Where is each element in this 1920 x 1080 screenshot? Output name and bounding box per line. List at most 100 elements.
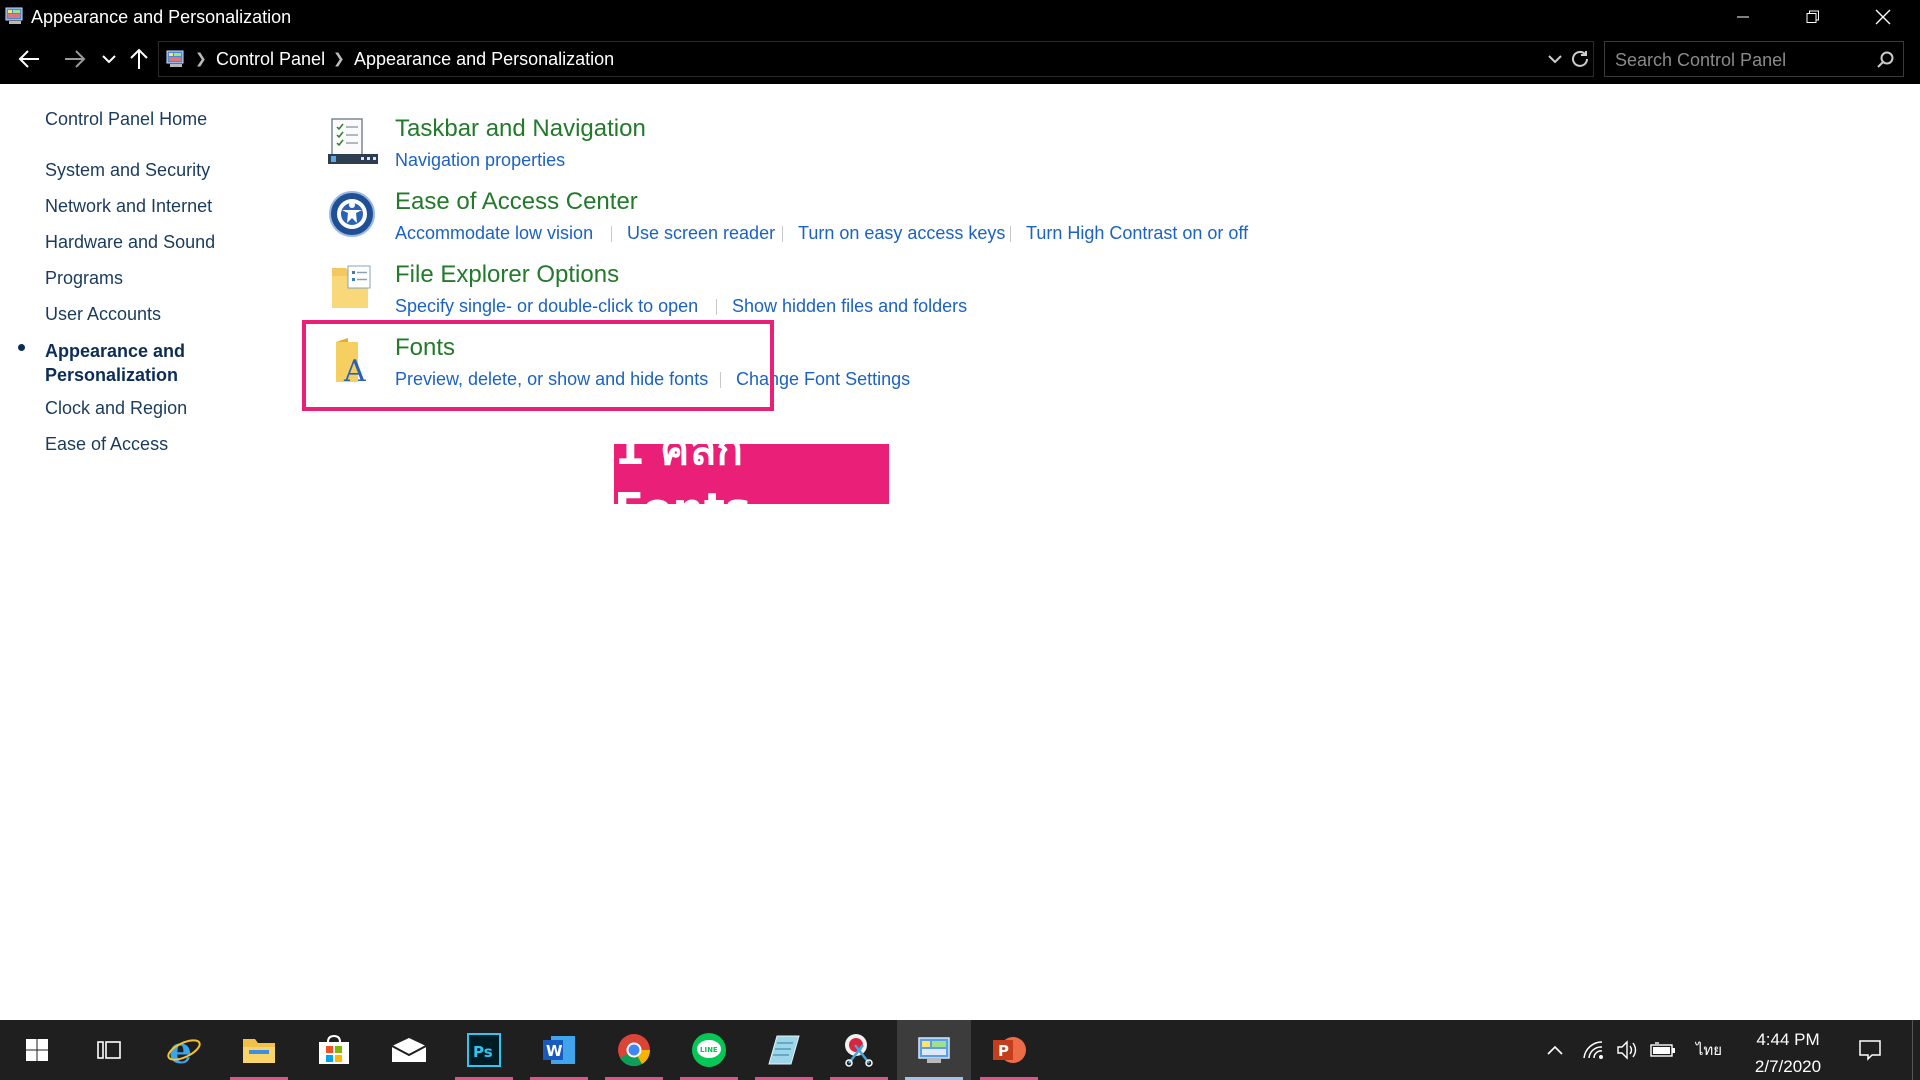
link-separator (782, 226, 783, 242)
taskbar-app-snipping-tool[interactable] (822, 1020, 896, 1080)
breadcrumb-separator-icon: ❯ (195, 50, 207, 66)
sidebar-item-ease-of-access[interactable]: Ease of Access (45, 434, 168, 455)
restore-button[interactable] (1785, 0, 1841, 34)
svg-text:Ps: Ps (473, 1043, 493, 1061)
sidebar-item-system-and-security[interactable]: System and Security (45, 160, 210, 181)
sidebar-item-control-panel-home[interactable]: Control Panel Home (45, 109, 207, 130)
clock-time: 4:44 PM (1756, 1030, 1820, 1049)
link-turn-high-contrast-on-or-off[interactable]: Turn High Contrast on or off (1026, 223, 1248, 244)
chevron-down-icon (102, 55, 116, 64)
input-language-button[interactable]: ไทย (1688, 1020, 1730, 1080)
taskbar-clock[interactable]: 4:44 PM 2/7/2020 (1740, 1026, 1836, 1080)
volume-button[interactable] (1612, 1020, 1642, 1080)
forward-button[interactable] (58, 34, 92, 84)
link-separator (611, 226, 612, 242)
link-separator (716, 299, 717, 315)
breadcrumb-appearance[interactable]: Appearance and Personalization (354, 49, 614, 70)
taskbar-app-photoshop[interactable]: Ps (447, 1020, 521, 1080)
window-title: Appearance and Personalization (31, 7, 292, 27)
control-panel-icon (918, 1037, 950, 1063)
back-button[interactable] (12, 34, 46, 84)
clock-date: 2/7/2020 (1754, 1057, 1822, 1076)
taskbar-app-word[interactable]: W (522, 1020, 596, 1080)
link-specify-single-or-double-click[interactable]: Specify single- or double-click to open (395, 296, 698, 317)
arrow-up-icon (130, 48, 148, 69)
taskbar-app-file-explorer[interactable] (222, 1020, 296, 1080)
address-bar: ❯ Control Panel ❯ Appearance and Persona… (0, 34, 1920, 84)
svg-text:P: P (998, 1042, 1009, 1060)
network-button[interactable] (1578, 1020, 1608, 1080)
annotation-label: 1 คลิก Fonts (614, 424, 889, 535)
link-navigation-properties[interactable]: Navigation properties (395, 150, 565, 171)
address-path[interactable]: ❯ Control Panel ❯ Appearance and Persona… (158, 41, 1594, 77)
ease-of-access-icon (329, 191, 375, 237)
arrow-right-icon (65, 50, 86, 68)
word-icon: W (543, 1036, 575, 1064)
up-button[interactable] (126, 34, 152, 84)
taskbar-app-line[interactable]: LINE (672, 1020, 746, 1080)
show-hidden-icons-button[interactable] (1540, 1020, 1570, 1080)
sidebar-item-network-and-internet[interactable]: Network and Internet (45, 196, 212, 217)
category-title-taskbar-and-navigation[interactable]: Taskbar and Navigation (395, 115, 646, 143)
taskbar-app-internet-explorer[interactable]: e (147, 1020, 221, 1080)
folder-options-icon (332, 265, 371, 308)
sidebar-item-user-accounts[interactable]: User Accounts (45, 304, 161, 325)
taskbar: e Ps W LINE P ไทย 4:44 PM 2/7/2020 (0, 1020, 1920, 1080)
internet-explorer-icon: e (167, 1032, 201, 1068)
search-box[interactable] (1604, 41, 1904, 77)
control-panel-icon (5, 7, 23, 24)
taskbar-app-control-panel[interactable] (897, 1020, 971, 1080)
link-separator (1010, 226, 1011, 242)
start-button[interactable] (0, 1020, 74, 1080)
minimize-button[interactable] (1715, 0, 1771, 34)
link-turn-on-easy-access-keys[interactable]: Turn on easy access keys (798, 223, 1005, 244)
action-center-button[interactable] (1852, 1020, 1888, 1080)
battery-button[interactable] (1648, 1020, 1678, 1080)
sidebar-item-hardware-and-sound[interactable]: Hardware and Sound (45, 232, 215, 253)
search-icon (1877, 51, 1894, 68)
recent-locations-button[interactable] (98, 34, 120, 84)
taskbar-app-mail[interactable] (372, 1020, 446, 1080)
breadcrumb-control-panel[interactable]: Control Panel (216, 49, 325, 70)
category-title-file-explorer-options[interactable]: File Explorer Options (395, 261, 619, 289)
arrow-left-icon (18, 50, 39, 68)
chevron-up-icon (1547, 1045, 1563, 1055)
speaker-icon (1617, 1040, 1637, 1060)
refresh-icon (1572, 50, 1588, 67)
category-title-ease-of-access-center[interactable]: Ease of Access Center (395, 188, 638, 216)
wifi-icon (1583, 1041, 1603, 1059)
sidebar-item-clock-and-region[interactable]: Clock and Region (45, 398, 187, 419)
file-explorer-icon (243, 1039, 275, 1063)
address-dropdown-button[interactable] (1545, 42, 1565, 76)
snipping-tool-icon (845, 1034, 873, 1067)
chevron-down-icon (1548, 55, 1562, 64)
search-input[interactable] (1615, 48, 1865, 72)
close-icon (1875, 9, 1891, 25)
refresh-button[interactable] (1569, 42, 1591, 76)
link-show-hidden-files-and-folders[interactable]: Show hidden files and folders (732, 296, 967, 317)
chrome-icon (618, 1034, 651, 1067)
show-desktop-button[interactable] (1912, 1020, 1920, 1080)
taskbar-app-powerpoint[interactable]: P (972, 1020, 1046, 1080)
svg-text:LINE: LINE (700, 1046, 718, 1054)
taskbar-app-chrome[interactable] (597, 1020, 671, 1080)
notepad-icon (768, 1035, 800, 1065)
fonts-highlight-box (302, 320, 774, 411)
link-accommodate-low-vision[interactable]: Accommodate low vision (395, 223, 593, 244)
windows-logo-icon (26, 1039, 48, 1061)
close-button[interactable] (1855, 0, 1911, 34)
svg-text:W: W (546, 1042, 563, 1060)
active-indicator (18, 344, 25, 351)
line-icon: LINE (692, 1033, 726, 1067)
sidebar-item-appearance-and-personalization: Appearance and Personalization (45, 341, 186, 385)
task-view-button[interactable] (72, 1020, 146, 1080)
mail-icon (391, 1038, 427, 1062)
link-use-screen-reader[interactable]: Use screen reader (627, 223, 775, 244)
taskbar-app-microsoft-store[interactable] (297, 1020, 371, 1080)
breadcrumb-separator-icon: ❯ (333, 50, 345, 66)
taskbar-icon (328, 118, 378, 164)
powerpoint-icon: P (993, 1037, 1026, 1063)
task-view-icon (97, 1041, 121, 1059)
taskbar-app-notepad[interactable] (747, 1020, 821, 1080)
sidebar-item-programs[interactable]: Programs (45, 268, 123, 289)
